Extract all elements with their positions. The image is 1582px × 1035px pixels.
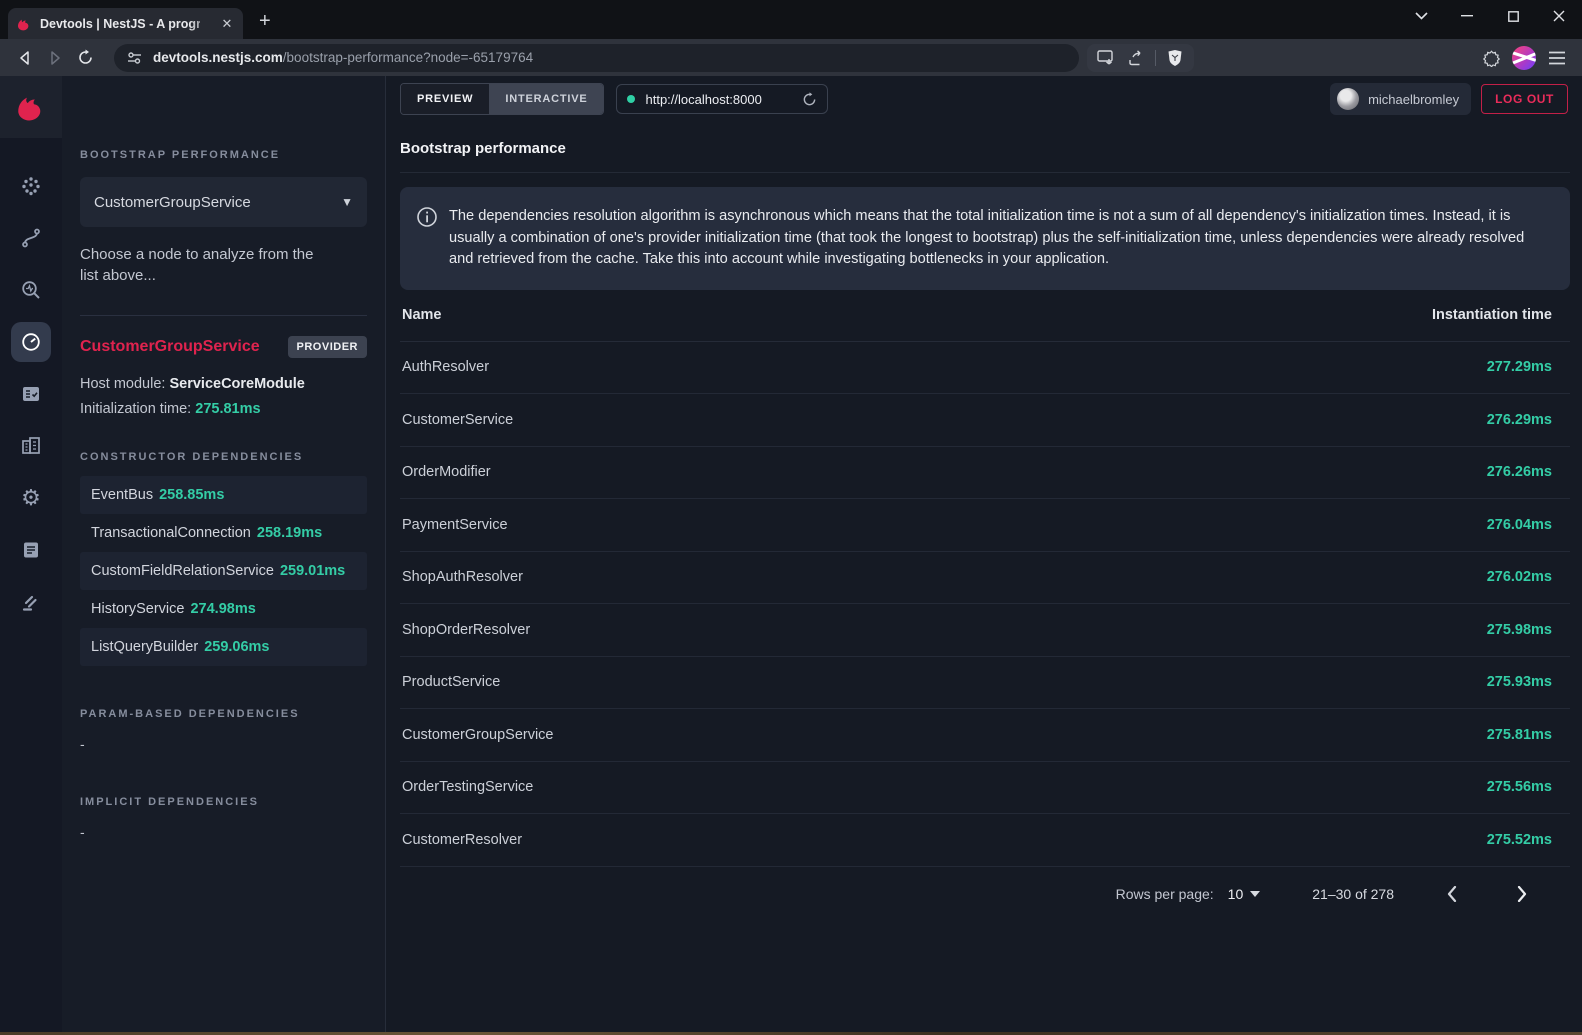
info-box: The dependencies resolution algorithm is… xyxy=(400,187,1570,290)
nav-sandbox-icon[interactable] xyxy=(5,576,57,628)
info-icon xyxy=(416,206,438,271)
logout-button[interactable]: LOG OUT xyxy=(1481,84,1568,114)
selected-node-name: CustomerGroupService xyxy=(80,338,260,356)
back-button[interactable] xyxy=(10,44,40,72)
implicit-deps-empty: - xyxy=(80,824,367,840)
page-title: Bootstrap performance xyxy=(400,140,1570,157)
table-row: ShopOrderResolver275.98ms xyxy=(400,604,1570,657)
table-row: CustomerService276.29ms xyxy=(400,394,1570,447)
rows-per-page-label: Rows per page: xyxy=(1116,886,1214,902)
host-module-row: Host module: ServiceCoreModule xyxy=(80,376,367,392)
chevron-down-icon xyxy=(1250,891,1260,897)
dep-item[interactable]: HistoryService274.98ms xyxy=(80,590,367,628)
site-settings-icon[interactable] xyxy=(126,51,143,65)
table-row: ProductService275.93ms xyxy=(400,657,1570,710)
instantiation-table: Name Instantiation time AuthResolver277.… xyxy=(400,290,1570,867)
refresh-icon[interactable] xyxy=(802,92,817,107)
target-url-value: http://localhost:8000 xyxy=(645,92,761,107)
node-select-value: CustomerGroupService xyxy=(94,194,251,211)
panel-section-title: BOOTSTRAP PERFORMANCE xyxy=(80,149,367,161)
nestjs-favicon xyxy=(16,16,32,32)
init-time-row: Initialization time: 275.81ms xyxy=(80,401,367,417)
title-divider xyxy=(400,172,1570,173)
table-row: AuthResolver277.29ms xyxy=(400,342,1570,395)
provider-badge: PROVIDER xyxy=(288,336,367,358)
user-menu[interactable]: michaelbromley xyxy=(1330,83,1471,115)
chevron-down-icon: ▼ xyxy=(341,195,353,209)
previous-page-button[interactable] xyxy=(1440,882,1464,906)
sidebar-panel-icon[interactable] xyxy=(1091,44,1121,72)
nav-inspect-icon[interactable] xyxy=(5,264,57,316)
nestjs-logo xyxy=(0,76,62,138)
param-deps-title: PARAM-BASED DEPENDENCIES xyxy=(80,708,367,720)
next-page-button[interactable] xyxy=(1510,882,1534,906)
nav-routes-icon[interactable] xyxy=(5,212,57,264)
dep-item[interactable]: TransactionalConnection258.19ms xyxy=(80,514,367,552)
node-select[interactable]: CustomerGroupService ▼ xyxy=(80,177,367,227)
column-name: Name xyxy=(400,307,442,323)
tab-close-icon[interactable]: ✕ xyxy=(218,15,236,33)
window-minimize-button[interactable] xyxy=(1444,1,1490,31)
nav-audit-icon[interactable] xyxy=(5,368,57,420)
nav-docs-icon[interactable] xyxy=(5,524,57,576)
share-icon[interactable] xyxy=(1121,44,1151,72)
browser-tab[interactable]: Devtools | NestJS - A progressive ✕ xyxy=(8,8,243,39)
pagination-range: 21–30 of 278 xyxy=(1312,886,1394,902)
nav-performance-icon[interactable] xyxy=(5,316,57,368)
target-url-input[interactable]: http://localhost:8000 xyxy=(616,84,828,114)
table-row: OrderModifier276.26ms xyxy=(400,447,1570,500)
info-text: The dependencies resolution algorithm is… xyxy=(449,206,1550,271)
table-row: PaymentService276.04ms xyxy=(400,499,1570,552)
window-maximize-button[interactable] xyxy=(1490,1,1536,31)
reload-button[interactable] xyxy=(70,44,100,72)
choose-node-hint: Choose a node to analyze from the list a… xyxy=(80,244,330,286)
browser-profile-avatar[interactable] xyxy=(1512,46,1536,70)
interactive-button[interactable]: INTERACTIVE xyxy=(489,84,603,114)
toolbar-separator xyxy=(1155,50,1156,66)
brave-shield-icon[interactable] xyxy=(1160,44,1190,72)
status-dot xyxy=(627,95,635,103)
constructor-deps-title: CONSTRUCTOR DEPENDENCIES xyxy=(80,451,367,463)
user-avatar xyxy=(1337,88,1359,110)
table-row: OrderTestingService275.56ms xyxy=(400,762,1570,815)
browser-menu-icon[interactable] xyxy=(1542,44,1572,72)
browser-toolbar: devtools.nestjs.com/bootstrap-performanc… xyxy=(0,39,1582,76)
extensions-icon[interactable] xyxy=(1476,44,1506,72)
table-row: CustomerResolver275.52ms xyxy=(400,814,1570,867)
window-close-button[interactable] xyxy=(1536,1,1582,31)
url-text[interactable]: devtools.nestjs.com/bootstrap-performanc… xyxy=(153,50,533,65)
forward-button[interactable] xyxy=(40,44,70,72)
bootstrap-performance-panel: BOOTSTRAP PERFORMANCE CustomerGroupServi… xyxy=(62,76,386,1032)
view-mode-toggle: PREVIEW INTERACTIVE xyxy=(400,83,604,115)
browser-tab-strip: Devtools | NestJS - A progressive ✕ + xyxy=(0,0,1582,39)
table-row: CustomerGroupService275.81ms xyxy=(400,709,1570,762)
nav-modules-icon[interactable] xyxy=(5,420,57,472)
dep-item[interactable]: ListQueryBuilder259.06ms xyxy=(80,628,367,666)
tab-search-chevron-icon[interactable] xyxy=(1398,1,1444,31)
column-instantiation-time: Instantiation time xyxy=(1432,307,1570,323)
nav-rail: ⚙ xyxy=(0,76,62,1032)
table-header: Name Instantiation time xyxy=(400,290,1570,342)
table-row: ShopAuthResolver276.02ms xyxy=(400,552,1570,605)
tab-title: Devtools | NestJS - A progressive xyxy=(40,17,200,31)
preview-button[interactable]: PREVIEW xyxy=(401,84,489,114)
panel-divider xyxy=(80,315,367,316)
implicit-deps-title: IMPLICIT DEPENDENCIES xyxy=(80,796,367,808)
nav-settings-icon[interactable]: ⚙ xyxy=(5,472,57,524)
dep-item[interactable]: EventBus258.85ms xyxy=(80,476,367,514)
pagination: Rows per page: 10 21–30 of 278 xyxy=(400,867,1570,921)
param-deps-empty: - xyxy=(80,736,367,752)
url-bar[interactable]: devtools.nestjs.com/bootstrap-performanc… xyxy=(114,44,1079,72)
new-tab-button[interactable]: + xyxy=(259,10,271,33)
nav-graph-icon[interactable] xyxy=(5,160,57,212)
app-header: PREVIEW INTERACTIVE http://localhost:800… xyxy=(386,76,1582,122)
dep-item[interactable]: CustomFieldRelationService259.01ms xyxy=(80,552,367,590)
username: michaelbromley xyxy=(1368,92,1459,107)
tab-title-fade xyxy=(189,8,217,39)
rows-per-page-select[interactable]: 10 xyxy=(1228,886,1261,902)
constructor-deps-list: EventBus258.85ms TransactionalConnection… xyxy=(80,476,367,666)
